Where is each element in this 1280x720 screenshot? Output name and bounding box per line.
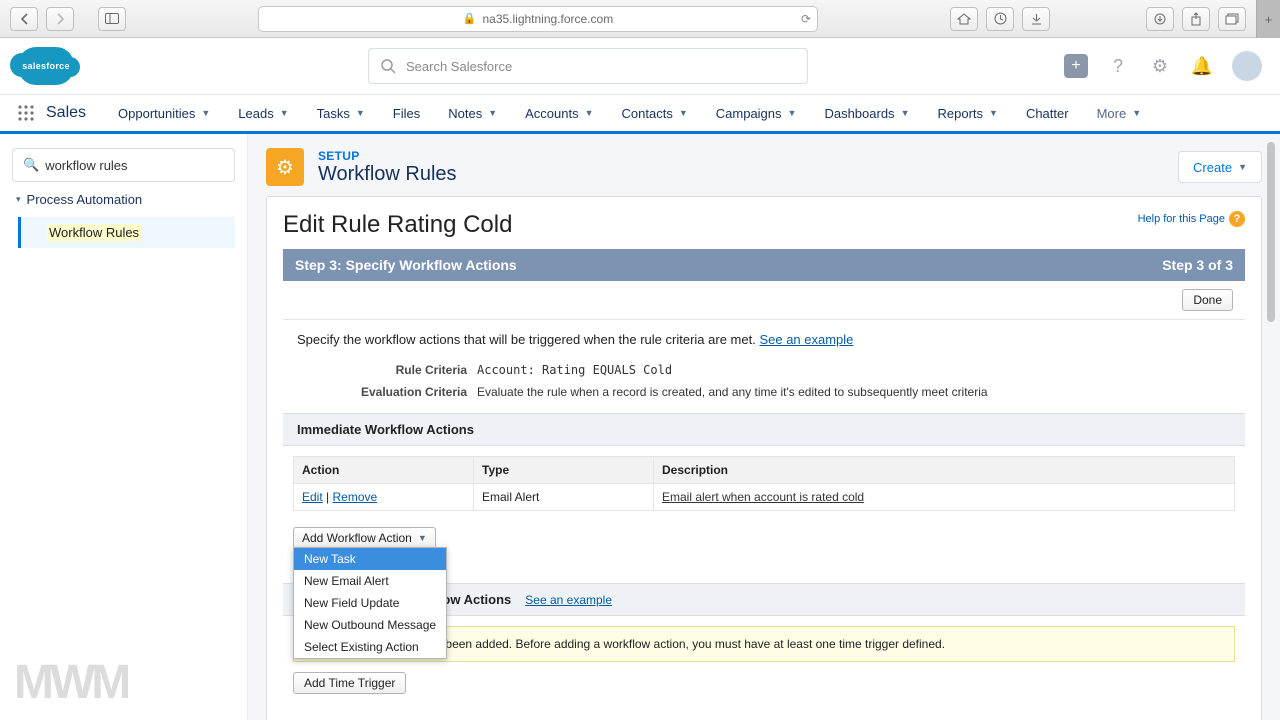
notifications-icon[interactable]: 🔔 — [1190, 54, 1214, 78]
done-button[interactable]: Done — [1182, 289, 1233, 311]
watermark: MWM — [14, 655, 127, 710]
setup-label: SETUP — [318, 149, 457, 163]
scrollbar[interactable] — [1266, 142, 1276, 517]
nav-item-chatter[interactable]: Chatter — [1012, 95, 1083, 131]
new-tab-button[interactable]: + — [1256, 0, 1280, 38]
row-remove-link[interactable]: Remove — [332, 490, 377, 504]
chevron-down-icon: ▼ — [585, 108, 594, 118]
row-type: Email Alert — [474, 484, 654, 511]
row-description-link[interactable]: Email alert when account is rated cold — [662, 490, 864, 504]
instruction-text: Specify the workflow actions that will b… — [297, 332, 756, 347]
menu-item-new-field-update[interactable]: New Field Update — [294, 592, 446, 614]
url-text: na35.lightning.force.com — [482, 12, 613, 26]
nav-item-opportunities[interactable]: Opportunities▼ — [104, 95, 224, 131]
back-button[interactable] — [10, 7, 38, 31]
nav-item-contacts[interactable]: Contacts▼ — [608, 95, 702, 131]
chevron-down-icon: ▼ — [488, 108, 497, 118]
salesforce-logo[interactable]: salesforce — [18, 47, 74, 85]
reload-icon[interactable]: ⟳ — [801, 12, 811, 26]
help-for-page-link[interactable]: Help for this Page ? — [1138, 211, 1245, 227]
setup-gear-icon[interactable]: ⚙ — [1148, 54, 1172, 78]
history-button[interactable] — [986, 7, 1014, 31]
download-indicator-button[interactable] — [1146, 7, 1174, 31]
col-action: Action — [294, 457, 474, 484]
forward-button[interactable] — [46, 7, 74, 31]
table-row: Edit | Remove Email Alert Email alert wh… — [294, 484, 1235, 511]
rule-criteria-label: Rule Criteria — [297, 363, 477, 377]
chevron-down-icon: ▼ — [201, 108, 210, 118]
nav-item-tasks[interactable]: Tasks▼ — [303, 95, 379, 131]
help-icon: ? — [1229, 211, 1245, 227]
chevron-down-icon: ▼ — [1132, 108, 1141, 118]
chevron-down-icon: ▼ — [679, 108, 688, 118]
step-count: Step 3 of 3 — [1162, 257, 1233, 273]
rule-title: Edit Rule Rating Cold — [283, 211, 1245, 239]
sidebar-group-process-automation[interactable]: ▾ Process Automation — [12, 182, 235, 217]
nav-item-leads[interactable]: Leads▼ — [224, 95, 302, 131]
sidebar-toggle-button[interactable] — [98, 7, 126, 31]
quick-find-value: workflow rules — [45, 158, 127, 173]
nav-item-more[interactable]: More▼ — [1083, 95, 1156, 131]
lock-icon: 🔒 — [463, 12, 477, 25]
evaluation-criteria-value: Evaluate the rule when a record is creat… — [477, 385, 1231, 399]
chevron-down-icon: ▼ — [788, 108, 797, 118]
quick-find-input[interactable]: 🔍 workflow rules — [12, 148, 235, 182]
chevron-down-icon: ▾ — [16, 194, 21, 205]
evaluation-criteria-label: Evaluation Criteria — [297, 385, 477, 399]
chevron-down-icon: ▼ — [989, 108, 998, 118]
setup-gear-icon: ⚙ — [266, 148, 304, 186]
url-bar[interactable]: 🔒 na35.lightning.force.com ⟳ — [258, 6, 818, 32]
app-name: Sales — [40, 95, 104, 131]
menu-item-select-existing-action[interactable]: Select Existing Action — [294, 636, 446, 658]
chevron-down-icon: ▼ — [280, 108, 289, 118]
add-workflow-action-menu: New Task New Email Alert New Field Updat… — [293, 547, 447, 659]
nav-item-reports[interactable]: Reports▼ — [923, 95, 1011, 131]
immediate-actions-header: Immediate Workflow Actions — [283, 413, 1245, 446]
help-icon[interactable]: ? — [1106, 54, 1130, 78]
search-icon: 🔍 — [23, 157, 39, 173]
create-button[interactable]: Create ▼ — [1178, 151, 1262, 183]
nav-item-dashboards[interactable]: Dashboards▼ — [810, 95, 923, 131]
chevron-down-icon: ▼ — [1238, 162, 1247, 172]
add-workflow-action-button[interactable]: Add Workflow Action ▼ — [293, 527, 436, 549]
downloads-button[interactable] — [1022, 7, 1050, 31]
search-placeholder: Search Salesforce — [406, 59, 512, 74]
menu-item-new-outbound-message[interactable]: New Outbound Message — [294, 614, 446, 636]
step-title: Step 3: Specify Workflow Actions — [295, 257, 517, 273]
see-example-link[interactable]: See an example — [759, 332, 853, 347]
chevron-down-icon: ▼ — [356, 108, 365, 118]
global-create-button[interactable]: + — [1064, 54, 1088, 78]
search-icon — [381, 59, 396, 74]
sidebar-item-workflow-rules[interactable]: Workflow Rules — [18, 217, 235, 248]
page-title: Workflow Rules — [318, 163, 457, 186]
menu-item-new-task[interactable]: New Task — [294, 548, 446, 570]
chevron-down-icon: ▼ — [418, 533, 427, 543]
nav-item-campaigns[interactable]: Campaigns▼ — [702, 95, 811, 131]
share-button[interactable] — [1182, 7, 1210, 31]
add-time-trigger-button[interactable]: Add Time Trigger — [293, 672, 406, 694]
nav-item-notes[interactable]: Notes▼ — [434, 95, 511, 131]
app-launcher-icon[interactable] — [12, 95, 40, 131]
nav-item-accounts[interactable]: Accounts▼ — [511, 95, 607, 131]
col-type: Type — [474, 457, 654, 484]
row-edit-link[interactable]: Edit — [302, 490, 323, 504]
nav-item-files[interactable]: Files — [379, 95, 434, 131]
see-example-link-2[interactable]: See an example — [525, 593, 612, 607]
rule-criteria-value: Account: Rating EQUALS Cold — [477, 363, 1231, 377]
menu-item-new-email-alert[interactable]: New Email Alert — [294, 570, 446, 592]
tabs-button[interactable] — [1218, 7, 1246, 31]
col-description: Description — [654, 457, 1235, 484]
avatar[interactable] — [1232, 51, 1262, 81]
search-input[interactable]: Search Salesforce — [368, 48, 808, 84]
chevron-down-icon: ▼ — [901, 108, 910, 118]
home-button[interactable] — [950, 7, 978, 31]
